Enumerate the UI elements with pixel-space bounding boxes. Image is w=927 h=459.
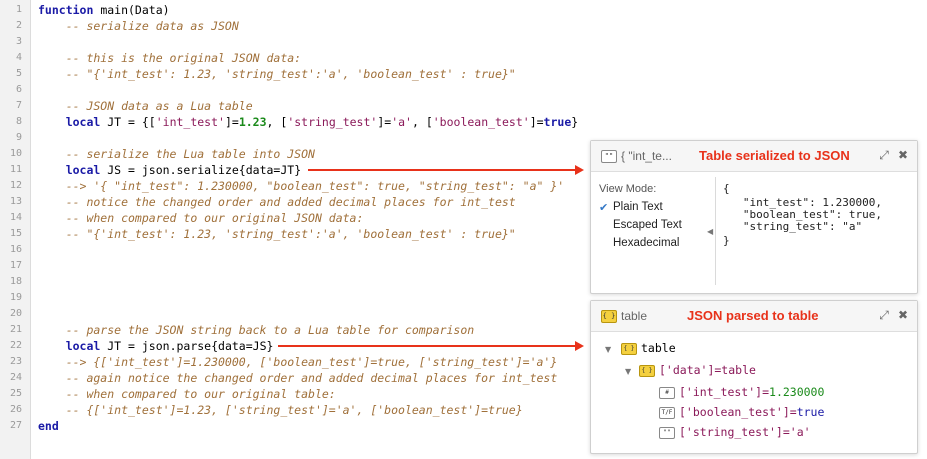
line-number: 3 (15, 36, 22, 47)
code-line-11[interactable]: local JS = json.serialize{data=JT} (38, 162, 301, 178)
tree-item-string-test[interactable]: ['string_test']='a' (679, 425, 811, 439)
json-line: "string_test": "a" (723, 220, 863, 233)
parsed-table-panel[interactable]: { } table JSON parsed to table ⤢ ✖ ▼ { }… (590, 300, 918, 454)
tree-item-int-test[interactable]: ['int_test']=1.230000 (679, 385, 824, 399)
line-number: 8 (15, 116, 22, 127)
line-number: 12 (9, 180, 22, 191)
view-mode-label: View Mode: (599, 183, 657, 195)
line-number: 13 (9, 196, 22, 207)
code-line-21[interactable]: -- parse the JSON string back to a Lua t… (38, 322, 475, 338)
annotation-serialized: Table serialized to JSON (699, 148, 850, 163)
boolean-icon: T/F (659, 407, 675, 419)
tree-data-node[interactable]: ['data']=table (659, 363, 756, 377)
line-number: 22 (9, 340, 22, 351)
code-line-1[interactable]: function main(Data) (38, 2, 170, 18)
close-icon[interactable]: ✖ (896, 148, 910, 162)
line-number: 5 (15, 68, 22, 79)
line-number: 20 (9, 308, 22, 319)
code-line-24[interactable]: -- again notice the changed order and ad… (38, 370, 558, 386)
line-number: 18 (9, 276, 22, 287)
view-mode-hexadecimal[interactable]: Hexadecimal (613, 237, 679, 249)
tree-root[interactable]: table (641, 341, 676, 355)
code-line-14[interactable]: -- when compared to our original JSON da… (38, 210, 364, 226)
annotation-arrow-serialize (308, 165, 584, 175)
line-number: 27 (9, 420, 22, 431)
line-number: 6 (15, 84, 22, 95)
string-icon: "" (601, 150, 617, 163)
line-number: 10 (9, 148, 22, 159)
code-line-2[interactable]: -- serialize data as JSON (38, 18, 239, 34)
line-number: 2 (15, 20, 22, 31)
line-number: 16 (9, 244, 22, 255)
line-number: 19 (9, 292, 22, 303)
line-number: 24 (9, 372, 22, 383)
code-line-5[interactable]: -- "{'int_test': 1.23, 'string_test':'a'… (38, 66, 516, 82)
code-line-4[interactable]: -- this is the original JSON data: (38, 50, 301, 66)
code-line-8[interactable]: local JT = {['int_test']=1.23, ['string_… (38, 114, 578, 130)
table-icon: { } (639, 365, 655, 377)
code-line-12[interactable]: --> '{ "int_test": 1.230000, "boolean_te… (38, 178, 565, 194)
json-line: } (723, 234, 730, 247)
keyword-function: function (38, 3, 94, 17)
view-mode-plain-text[interactable]: Plain Text (613, 201, 663, 213)
line-number: 17 (9, 260, 22, 271)
expand-icon[interactable]: ⤢ (877, 308, 891, 323)
expand-triangle-icon[interactable]: ▼ (625, 367, 631, 376)
tree-item-boolean-test[interactable]: ['boolean_test']=true (679, 405, 824, 419)
code-line-10[interactable]: -- serialize the Lua table into JSON (38, 146, 315, 162)
view-mode-escaped-text[interactable]: Escaped Text (613, 219, 682, 231)
collapse-pane-icon[interactable]: ◀ (707, 227, 713, 236)
expand-icon[interactable]: ⤢ (877, 148, 891, 163)
checkmark-icon: ✔ (599, 201, 609, 214)
annotation-parsed: JSON parsed to table (687, 308, 819, 323)
line-number: 11 (9, 164, 22, 175)
annotation-arrow-parse (278, 341, 584, 351)
number-icon: # (659, 387, 675, 399)
panel-tab-label[interactable]: table (621, 309, 647, 323)
code-line-13[interactable]: -- notice the changed order and added de… (38, 194, 516, 210)
line-number: 7 (15, 100, 22, 111)
code-line-25[interactable]: -- when compared to our original table: (38, 386, 336, 402)
line-number: 9 (15, 132, 22, 143)
line-number: 14 (9, 212, 22, 223)
line-number: 25 (9, 388, 22, 399)
table-icon: { } (601, 310, 617, 323)
code-line-15[interactable]: -- "{'int_test': 1.23, 'string_test':'a'… (38, 226, 516, 242)
code-line-7[interactable]: -- JSON data as a Lua table (38, 98, 253, 114)
panel-header: "" { "int_te... Table serialized to JSON… (591, 141, 917, 172)
pane-divider[interactable] (715, 177, 716, 285)
code-line-23[interactable]: --> {['int_test']=1.230000, ['boolean_te… (38, 354, 558, 370)
code-line-26[interactable]: -- {['int_test']=1.23, ['string_test']='… (38, 402, 523, 418)
line-number: 1 (15, 4, 22, 15)
panel-header: { } table JSON parsed to table ⤢ ✖ (591, 301, 917, 332)
line-number: 26 (9, 404, 22, 415)
expand-triangle-icon[interactable]: ▼ (605, 345, 611, 354)
code-line-22[interactable]: local JT = json.parse{data=JS} (38, 338, 274, 354)
json-line: { (723, 182, 730, 195)
panel-tab-label[interactable]: { "int_te... (621, 149, 672, 163)
line-number: 4 (15, 52, 22, 63)
table-icon: { } (621, 343, 637, 355)
close-icon[interactable]: ✖ (896, 308, 910, 322)
string-icon: "" (659, 427, 675, 439)
serialized-json-panel[interactable]: "" { "int_te... Table serialized to JSON… (590, 140, 918, 294)
line-number: 23 (9, 356, 22, 367)
line-number: 21 (9, 324, 22, 335)
code-line-27[interactable]: end (38, 418, 59, 434)
line-number: 15 (9, 228, 22, 239)
